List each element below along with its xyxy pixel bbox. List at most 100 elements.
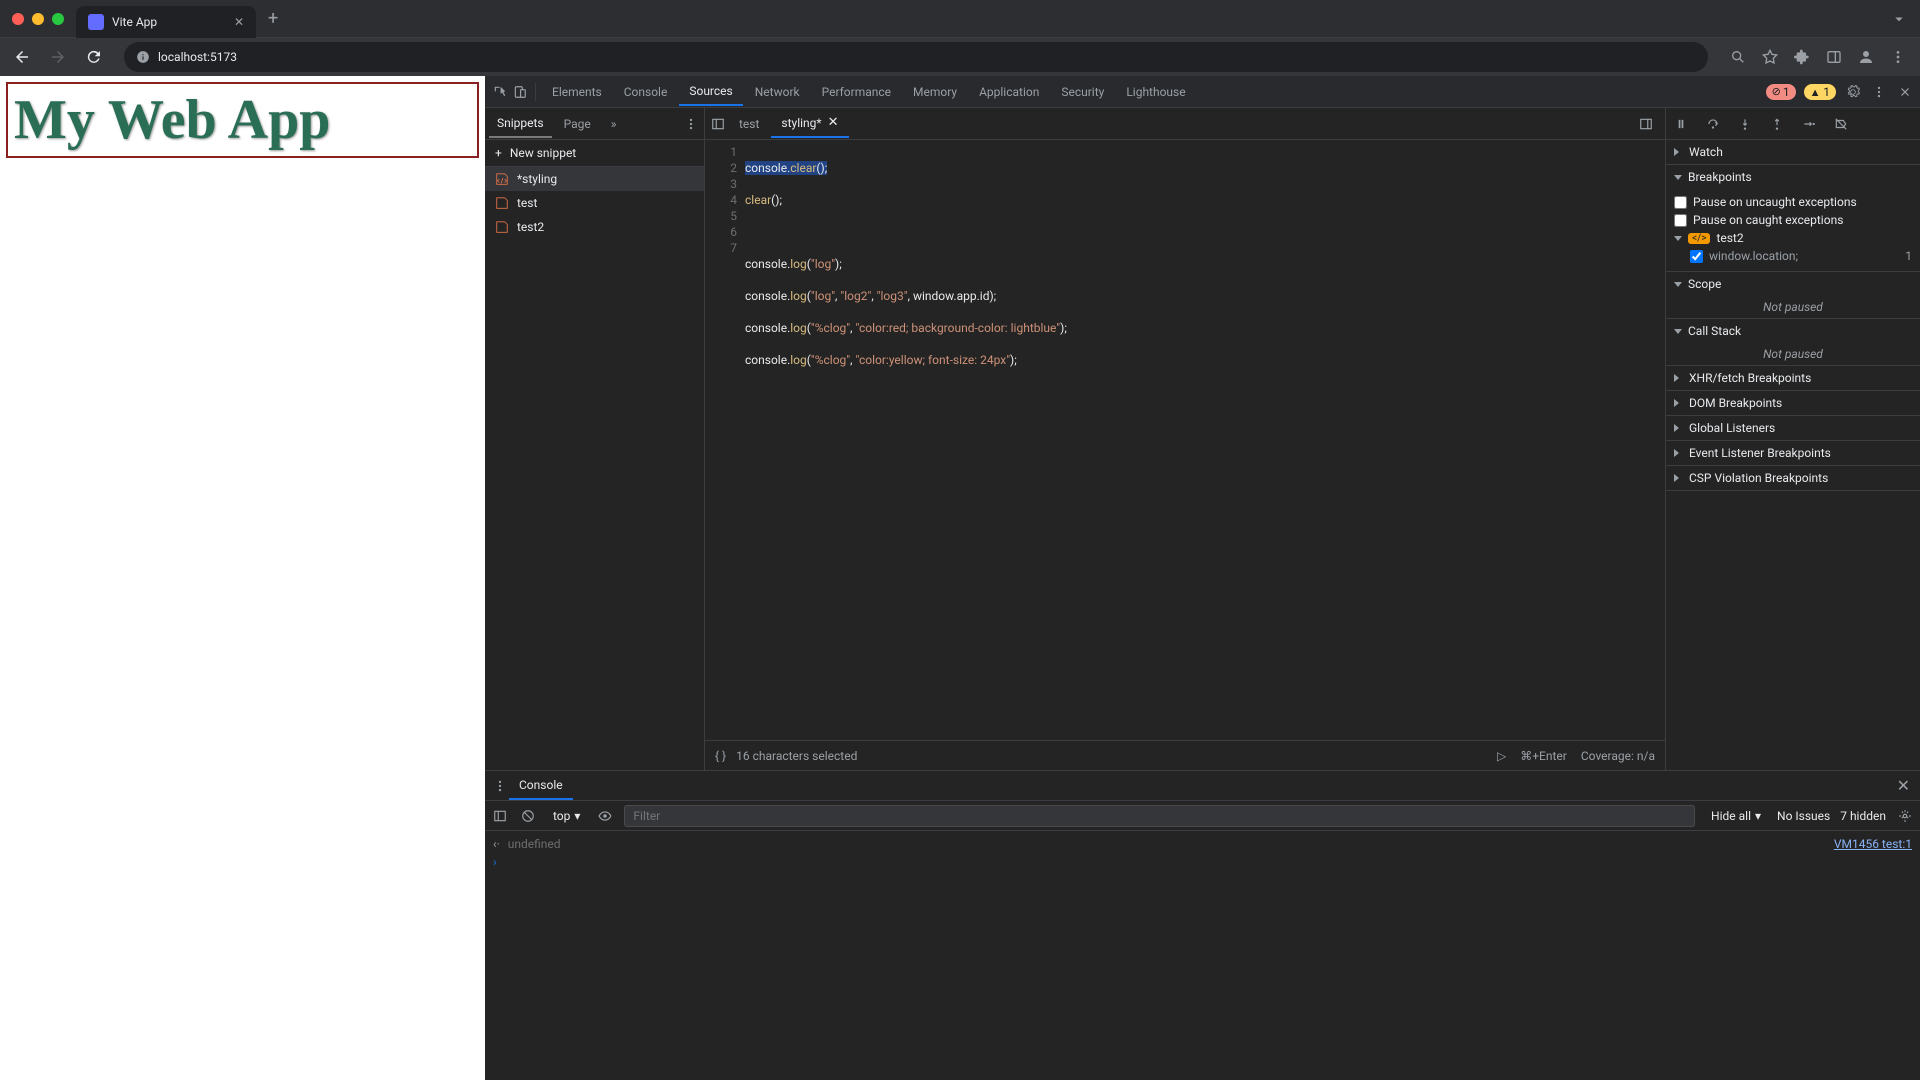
breakpoints-section[interactable]: Breakpoints	[1666, 165, 1920, 189]
new-tab-button[interactable]: +	[264, 4, 282, 33]
drawer-more-icon[interactable]	[491, 777, 509, 795]
pause-caught-checkbox[interactable]: Pause on caught exceptions	[1674, 211, 1912, 229]
csp-section[interactable]: CSP Violation Breakpoints	[1666, 466, 1920, 490]
page-tab[interactable]: Page	[556, 111, 599, 137]
bookmark-icon[interactable]	[1756, 43, 1784, 71]
sidepanel-icon[interactable]	[1820, 43, 1848, 71]
more-tabs-icon[interactable]: »	[603, 111, 625, 137]
tab-search-icon[interactable]	[1890, 10, 1908, 28]
back-button[interactable]	[8, 43, 36, 71]
sidebar-more-icon[interactable]	[682, 115, 700, 133]
tab-performance[interactable]: Performance	[812, 79, 901, 105]
plus-icon: +	[495, 146, 502, 160]
reload-button[interactable]	[80, 43, 108, 71]
step-out-icon[interactable]	[1768, 115, 1786, 133]
callstack-not-paused: Not paused	[1666, 343, 1920, 365]
console-output[interactable]: ‹· undefined VM1456 test:1 ›	[485, 831, 1920, 1080]
snippet-item-test2[interactable]: test2	[485, 215, 704, 239]
browser-toolbar: localhost:5173	[0, 38, 1920, 76]
callstack-section[interactable]: Call Stack	[1666, 319, 1920, 343]
dom-section[interactable]: DOM Breakpoints	[1666, 391, 1920, 415]
zoom-icon[interactable]	[1724, 43, 1752, 71]
snippets-tab[interactable]: Snippets	[489, 110, 552, 138]
minimize-window-button[interactable]	[32, 13, 44, 25]
close-tab-icon[interactable]: ✕	[234, 15, 244, 29]
tab-sources[interactable]: Sources	[679, 78, 742, 106]
step-over-icon[interactable]	[1704, 115, 1722, 133]
site-info-icon[interactable]	[136, 50, 150, 64]
issues-button[interactable]: No Issues	[1777, 809, 1830, 823]
toggle-sidebar-icon[interactable]	[709, 115, 727, 133]
log-levels-dropdown[interactable]: Hide all▾	[1705, 807, 1767, 825]
close-devtools-icon[interactable]	[1896, 83, 1914, 101]
tab-network[interactable]: Network	[745, 79, 810, 105]
tab-memory[interactable]: Memory	[903, 79, 967, 105]
tab-lighthouse[interactable]: Lighthouse	[1116, 79, 1195, 105]
code-editor[interactable]: 1234567 console.clear(); clear(); consol…	[705, 140, 1665, 740]
window-controls	[0, 0, 76, 37]
snippet-icon	[495, 196, 509, 210]
tab-elements[interactable]: Elements	[542, 79, 612, 105]
selection-status: 16 characters selected	[736, 749, 857, 763]
context-selector[interactable]: top▾	[547, 807, 586, 825]
source-link[interactable]: VM1456 test:1	[1834, 837, 1912, 851]
snippet-badge-icon: </>	[1688, 233, 1710, 244]
devtools-tabs: Elements Console Sources Network Perform…	[485, 76, 1920, 108]
address-bar[interactable]: localhost:5173	[124, 42, 1708, 72]
hidden-count[interactable]: 7 hidden	[1840, 809, 1886, 823]
maximize-window-button[interactable]	[52, 13, 64, 25]
xhr-section[interactable]: XHR/fetch Breakpoints	[1666, 366, 1920, 390]
scope-not-paused: Not paused	[1666, 296, 1920, 318]
console-prompt-icon[interactable]: ›	[493, 855, 497, 869]
inspect-icon[interactable]	[491, 83, 509, 101]
console-drawer-tab[interactable]: Console	[509, 772, 573, 800]
settings-icon[interactable]	[1844, 83, 1862, 101]
editor-tab-styling[interactable]: styling*✕	[771, 109, 848, 138]
pause-uncaught-checkbox[interactable]: Pause on uncaught exceptions	[1674, 193, 1912, 211]
watch-section[interactable]: Watch	[1666, 140, 1920, 164]
snippet-icon	[495, 172, 509, 186]
console-sidebar-icon[interactable]	[491, 807, 509, 825]
warning-count-badge[interactable]: ▲ 1	[1804, 84, 1836, 100]
close-editor-tab-icon[interactable]: ✕	[828, 115, 839, 130]
error-count-badge[interactable]: ⊘ 1	[1766, 84, 1796, 100]
snippet-icon	[495, 220, 509, 234]
scope-section[interactable]: Scope	[1666, 272, 1920, 296]
console-drawer: Console ✕ top▾ Hide all▾ No Issues 7 hid…	[485, 770, 1920, 1080]
code-content[interactable]: console.clear(); clear(); console.log("l…	[745, 140, 1665, 740]
event-section[interactable]: Event Listener Breakpoints	[1666, 441, 1920, 465]
menu-icon[interactable]	[1884, 43, 1912, 71]
snippet-item-styling[interactable]: *styling	[485, 167, 704, 191]
clear-console-icon[interactable]	[519, 807, 537, 825]
snippet-item-test[interactable]: test	[485, 191, 704, 215]
step-icon[interactable]	[1800, 115, 1818, 133]
live-expression-icon[interactable]	[596, 807, 614, 825]
tab-security[interactable]: Security	[1051, 79, 1114, 105]
step-into-icon[interactable]	[1736, 115, 1754, 133]
braces-icon[interactable]: { }	[715, 749, 726, 763]
extensions-icon[interactable]	[1788, 43, 1816, 71]
pause-icon[interactable]	[1672, 115, 1690, 133]
toggle-debugger-icon[interactable]	[1637, 115, 1655, 133]
close-drawer-icon[interactable]: ✕	[1893, 772, 1914, 799]
global-section[interactable]: Global Listeners	[1666, 416, 1920, 440]
coverage-status: Coverage: n/a	[1581, 749, 1655, 763]
new-snippet-button[interactable]: + New snippet	[485, 140, 704, 167]
close-window-button[interactable]	[12, 13, 24, 25]
tab-console[interactable]: Console	[614, 79, 678, 105]
console-filter-input[interactable]	[624, 805, 1695, 827]
device-toggle-icon[interactable]	[511, 83, 529, 101]
browser-tab[interactable]: Vite App ✕	[76, 6, 256, 38]
console-settings-icon[interactable]	[1896, 807, 1914, 825]
editor-tab-test[interactable]: test	[729, 111, 769, 137]
forward-button[interactable]	[44, 43, 72, 71]
deactivate-breakpoints-icon[interactable]	[1832, 115, 1850, 133]
tab-application[interactable]: Application	[969, 79, 1049, 105]
run-snippet-button[interactable]: ▷	[1497, 749, 1506, 763]
debugger-toolbar	[1666, 108, 1920, 140]
profile-icon[interactable]	[1852, 43, 1880, 71]
url-text: localhost:5173	[158, 50, 237, 64]
breakpoint-line[interactable]: window.location;1	[1674, 247, 1912, 265]
breakpoint-file[interactable]: </>test2	[1674, 229, 1912, 247]
more-icon[interactable]	[1870, 83, 1888, 101]
